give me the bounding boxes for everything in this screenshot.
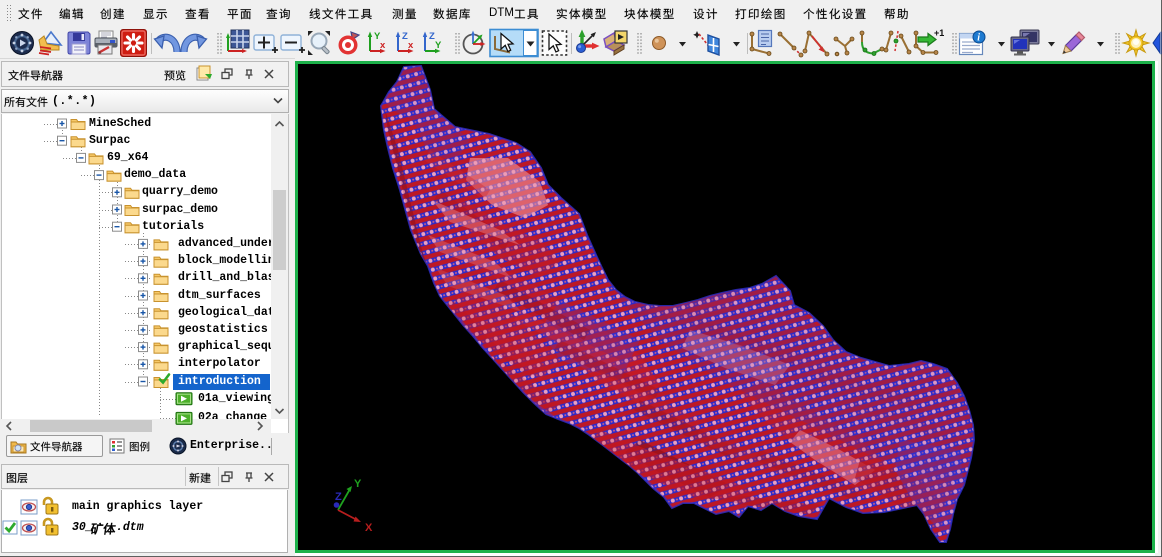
svg-text:x: x bbox=[380, 40, 386, 51]
svg-text:Y: Y bbox=[354, 478, 362, 490]
svg-text:i: i bbox=[977, 33, 980, 44]
svg-text:+1: +1 bbox=[934, 28, 944, 38]
svg-text:X: X bbox=[365, 522, 373, 534]
svg-text:x: x bbox=[408, 40, 414, 51]
svg-text:Z: Z bbox=[335, 491, 342, 503]
svg-text:Y: Y bbox=[435, 40, 442, 51]
